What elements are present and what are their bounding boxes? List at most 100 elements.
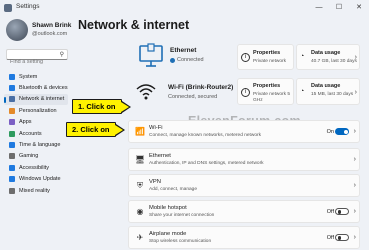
sidebar-item-time-language[interactable]: Time & language [4, 139, 68, 150]
chevron-right-icon: › [354, 89, 357, 96]
setting-title: Ethernet [149, 153, 171, 159]
mobile-hotspot-setting-row[interactable]: ◉ Mobile hotspot Share your internet con… [128, 200, 360, 223]
chevron-right-icon: › [353, 128, 356, 135]
settings-app-icon [4, 4, 12, 12]
wifi-status-row: Wi-Fi (Brink-Router2) Connected, secured… [128, 78, 360, 110]
setting-subtitle: Authentication, IP and DNS settings, met… [149, 161, 264, 166]
setting-subtitle: Add, connect, manage [149, 187, 198, 192]
data-usage-icon: ◔ [300, 53, 305, 60]
airplane-state-label: Off [326, 235, 334, 241]
vpn-shield-icon: ⛨ [137, 181, 143, 190]
chevron-right-icon: › [354, 54, 357, 61]
chevron-right-icon: › [353, 156, 356, 163]
chevron-right-icon: › [353, 182, 356, 189]
hotspot-toggle[interactable] [335, 208, 349, 215]
chevron-right-icon: › [353, 234, 356, 241]
properties-title: Properties [253, 50, 281, 56]
sidebar-item-label: System [19, 73, 38, 80]
sidebar-item-label: Bluetooth & devices [19, 85, 68, 92]
callout-step-1: 1. Click on [72, 99, 130, 114]
airplane-mode-setting-row[interactable]: ✈ Airplane mode Stop wireless communicat… [128, 226, 360, 249]
info-icon: i [241, 88, 250, 97]
bluetooth-icon [9, 85, 15, 92]
wifi-state-label: On [326, 129, 334, 135]
wifi-status: Connected, secured [168, 94, 218, 100]
ethernet-properties-tile[interactable]: i Properties Private network [237, 44, 294, 70]
sidebar-item-network[interactable]: Network & internet [4, 93, 68, 106]
sidebar-item-label: Apps [19, 119, 32, 126]
sidebar-item-personalization[interactable]: Personalization [4, 105, 68, 116]
headset-icon [9, 187, 15, 194]
sidebar-item-label: Personalization [19, 107, 57, 114]
sidebar-item-label: Network & internet [19, 96, 65, 103]
page-title: Network & internet [78, 18, 190, 32]
search-icon[interactable]: ⚲ [60, 51, 64, 58]
sidebar-item-label: Accessibility [19, 164, 49, 171]
ethernet-icon: 🖥 [135, 155, 146, 164]
gamepad-icon [9, 153, 15, 160]
sidebar-item-mixed-reality[interactable]: Mixed reality [4, 185, 68, 196]
window-title: Settings [16, 3, 40, 10]
search-input[interactable] [7, 57, 57, 67]
ethernet-name: Ethernet [170, 47, 197, 54]
sidebar-item-windows-update[interactable]: Windows Update [4, 174, 68, 185]
ethernet-data-usage-tile[interactable]: ◔ Data usage 40.7 GB, last 30 days › [296, 44, 360, 70]
sidebar-item-system[interactable]: System [4, 71, 68, 82]
data-usage-icon: ◔ [300, 88, 305, 95]
connected-dot-icon [170, 58, 175, 63]
properties-subtitle: Private network [253, 59, 287, 64]
hotspot-state-label: Off [326, 209, 334, 215]
sidebar-item-gaming[interactable]: Gaming [4, 151, 68, 162]
wifi-properties-tile[interactable]: i Properties Private network 5 GHz [237, 78, 294, 105]
minimize-button[interactable]: — [309, 0, 329, 16]
vpn-setting-row[interactable]: ⛨ VPN Add, connect, manage › [128, 174, 360, 197]
avatar[interactable] [6, 19, 28, 41]
properties-title: Properties [253, 83, 281, 89]
wifi-name: Wi-Fi (Brink-Router2) [168, 84, 234, 91]
ethernet-status-row: Ethernet Connected i Properties Private … [128, 41, 360, 73]
hotspot-icon: ◉ [136, 207, 144, 216]
sidebar-item-bluetooth[interactable]: Bluetooth & devices [4, 82, 68, 93]
airplane-icon: ✈ [136, 233, 144, 242]
ethernet-status: Connected [177, 57, 204, 63]
wifi-setting-row[interactable]: 📶 Wi-Fi Connect, manage known networks, … [128, 120, 360, 143]
apps-icon [9, 119, 15, 126]
ethernet-monitor-icon [139, 43, 163, 67]
sidebar-item-apps[interactable]: Apps [4, 117, 68, 128]
wifi-icon: 📶 [135, 127, 145, 136]
update-icon [9, 176, 15, 183]
setting-title: VPN [149, 179, 161, 185]
sidebar-item-label: Mixed reality [19, 187, 50, 194]
callout-step-2: 2. Click on [66, 122, 124, 137]
close-button[interactable]: ✕ [349, 0, 369, 16]
sidebar-item-accounts[interactable]: Accounts [4, 128, 68, 139]
airplane-toggle[interactable] [335, 234, 349, 241]
maximize-button[interactable]: ☐ [329, 0, 349, 16]
info-icon: i [241, 53, 250, 62]
wifi-signal-icon [136, 84, 156, 100]
setting-title: Mobile hotspot [149, 205, 187, 211]
setting-subtitle: Share your internet connection [149, 213, 215, 218]
connection-status-panel: Ethernet Connected i Properties Private … [128, 41, 360, 110]
wifi-data-usage-tile[interactable]: ◔ Data usage 15 MB, last 30 days › [296, 78, 360, 105]
data-usage-title: Data usage [311, 83, 341, 89]
data-usage-title: Data usage [311, 50, 341, 56]
wifi-toggle[interactable] [335, 128, 349, 135]
ethernet-setting-row[interactable]: 🖥 Ethernet Authentication, IP and DNS se… [128, 148, 360, 171]
network-icon [9, 96, 15, 103]
setting-subtitle: Connect, manage known networks, metered … [149, 133, 261, 138]
user-name: Shawn Brink [32, 22, 72, 29]
brush-icon [9, 107, 15, 114]
setting-subtitle: Stop wireless communication [149, 239, 212, 244]
sidebar-item-label: Windows Update [19, 176, 61, 183]
person-icon [9, 130, 15, 137]
data-usage-subtitle: 15 MB, last 30 days [311, 92, 354, 97]
setting-title: Airplane mode [149, 231, 187, 237]
user-email: @outlook.com [32, 31, 68, 37]
data-usage-subtitle: 40.7 GB, last 30 days [311, 59, 357, 64]
properties-subtitle: Private network 5 GHz [253, 92, 291, 103]
sidebar-item-accessibility[interactable]: Accessibility [4, 162, 68, 173]
setting-title: Wi-Fi [149, 125, 163, 131]
search-box[interactable]: ⚲ [6, 49, 68, 67]
sidebar-nav: System Bluetooth & devices Network & int… [4, 71, 68, 196]
